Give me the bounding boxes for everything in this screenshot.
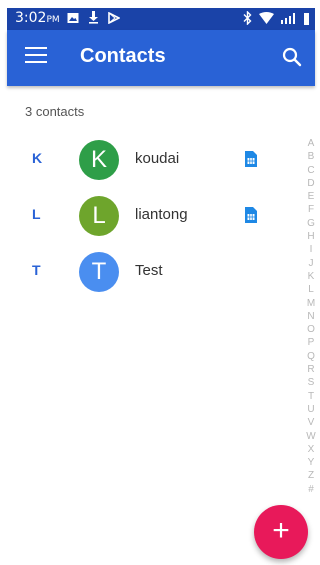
index-letter[interactable]: M bbox=[304, 297, 318, 310]
hamburger-menu-icon[interactable] bbox=[25, 47, 47, 67]
contact-name: Test bbox=[135, 262, 163, 279]
index-letter[interactable]: S bbox=[304, 376, 318, 389]
index-letter[interactable]: P bbox=[304, 336, 318, 349]
plus-icon: + bbox=[272, 514, 290, 547]
section-letter: L bbox=[32, 206, 41, 222]
download-icon bbox=[89, 11, 98, 24]
contact-row-test[interactable]: T T Test bbox=[7, 247, 297, 297]
sim-card-icon bbox=[245, 207, 257, 223]
status-icons-left bbox=[67, 11, 120, 24]
index-letter[interactable]: F bbox=[304, 203, 318, 216]
app-bar: Contacts bbox=[7, 30, 315, 86]
contacts-count: 3 contacts bbox=[25, 104, 85, 119]
status-time-ampm: PM bbox=[46, 15, 60, 25]
index-letter[interactable]: D bbox=[304, 177, 318, 190]
sim-card-icon bbox=[245, 151, 257, 167]
status-bar: 3:02PM bbox=[7, 8, 315, 30]
index-letter[interactable]: U bbox=[304, 403, 318, 416]
image-icon bbox=[67, 12, 79, 23]
section-letter: K bbox=[32, 150, 43, 166]
index-letter[interactable]: X bbox=[304, 443, 318, 456]
index-letter[interactable]: H bbox=[304, 230, 318, 243]
index-letter[interactable]: # bbox=[304, 483, 318, 496]
index-letter[interactable]: A bbox=[304, 137, 318, 150]
bluetooth-icon bbox=[243, 11, 252, 25]
battery-icon bbox=[304, 12, 309, 25]
section-letter: T bbox=[32, 262, 41, 278]
index-letter[interactable]: J bbox=[304, 257, 318, 270]
index-letter[interactable]: L bbox=[304, 283, 318, 296]
status-time-value: 3:02 bbox=[15, 10, 47, 26]
contact-name: liantong bbox=[135, 206, 188, 223]
index-letter[interactable]: B bbox=[304, 150, 318, 163]
alphabet-index[interactable]: A B C D E F G H I J K L M N O P Q R S T … bbox=[304, 137, 318, 496]
page-title: Contacts bbox=[80, 45, 166, 67]
search-icon[interactable] bbox=[279, 44, 305, 70]
index-letter[interactable]: E bbox=[304, 190, 318, 203]
index-letter[interactable]: G bbox=[304, 217, 318, 230]
index-letter[interactable]: Q bbox=[304, 350, 318, 363]
index-letter[interactable]: T bbox=[304, 390, 318, 403]
index-letter[interactable]: V bbox=[304, 416, 318, 429]
contact-name: koudai bbox=[135, 150, 180, 167]
index-letter[interactable]: R bbox=[304, 363, 318, 376]
wifi-icon bbox=[259, 12, 274, 24]
contact-row-koudai[interactable]: K K koudai bbox=[7, 135, 297, 185]
index-letter[interactable]: K bbox=[304, 270, 318, 283]
index-letter[interactable]: O bbox=[304, 323, 318, 336]
status-time: 3:02PM bbox=[15, 10, 60, 26]
add-contact-button[interactable]: + bbox=[254, 505, 308, 559]
signal-icon bbox=[281, 13, 295, 24]
index-letter[interactable]: N bbox=[304, 310, 318, 323]
index-letter[interactable]: Y bbox=[304, 456, 318, 469]
play-store-icon bbox=[108, 11, 120, 24]
status-icons-right bbox=[243, 11, 309, 25]
avatar: K bbox=[79, 140, 119, 180]
avatar: L bbox=[79, 196, 119, 236]
index-letter[interactable]: Z bbox=[304, 469, 318, 482]
contact-row-liantong[interactable]: L L liantong bbox=[7, 191, 297, 241]
index-letter[interactable]: W bbox=[304, 430, 318, 443]
contacts-list: 3 contacts K K koudai L L liantong T T T… bbox=[7, 86, 318, 565]
index-letter[interactable]: C bbox=[304, 164, 318, 177]
index-letter[interactable]: I bbox=[304, 243, 318, 256]
avatar: T bbox=[79, 252, 119, 292]
